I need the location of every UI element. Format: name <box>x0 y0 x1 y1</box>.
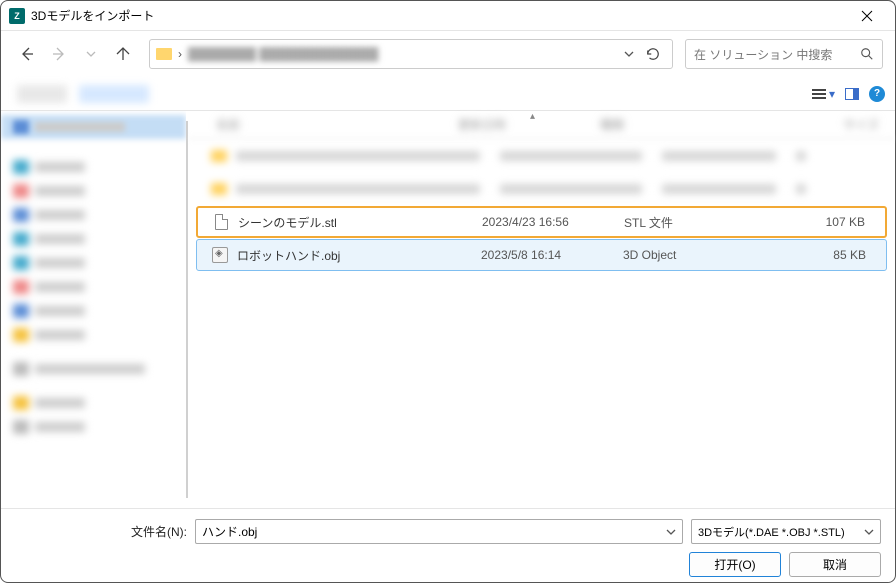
sidebar-item[interactable] <box>1 391 186 415</box>
sidebar-item[interactable] <box>1 357 186 381</box>
sidebar-item[interactable] <box>1 179 186 203</box>
search-icon <box>860 47 874 61</box>
close-button[interactable] <box>847 2 887 30</box>
window-title: 3Dモデルをインポート <box>31 7 847 24</box>
file-date: 2023/4/23 16:56 <box>482 215 624 229</box>
filter-chevron-icon <box>864 527 874 537</box>
cancel-button[interactable]: 取消 <box>789 552 881 577</box>
file-row[interactable]: シーンのモデル.stl 2023/4/23 16:56 STL 文件 107 K… <box>196 206 887 238</box>
search-input[interactable]: 在 ソリューション 中搜索 <box>685 39 883 69</box>
filename-value: ハンド.obj <box>202 523 257 540</box>
col-name[interactable]: 名前 <box>216 116 458 133</box>
filename-label: 文件名(N): <box>15 523 187 540</box>
help-button[interactable]: ? <box>869 86 885 102</box>
nav-sidebar <box>1 111 186 508</box>
preview-pane-button[interactable] <box>845 88 859 100</box>
column-headers[interactable]: 名前 更新日時 種類 サイズ <box>188 111 895 139</box>
col-size[interactable]: サイズ <box>714 116 879 133</box>
back-button[interactable] <box>13 40 41 68</box>
file-row[interactable] <box>196 173 887 205</box>
file-name: ロボットハンド.obj <box>237 247 481 264</box>
filename-input[interactable]: ハンド.obj <box>195 519 683 544</box>
pane-icon <box>845 88 859 100</box>
recent-dropdown[interactable] <box>77 40 105 68</box>
app-icon: Z <box>9 8 25 24</box>
sidebar-item[interactable] <box>1 155 186 179</box>
address-bar[interactable]: › ████████ ██████████████ <box>149 39 673 69</box>
file-date: 2023/5/8 16:14 <box>481 248 623 262</box>
sidebar-item[interactable] <box>1 415 186 439</box>
col-type[interactable]: 種類 <box>600 116 714 133</box>
file-type: 3D Object <box>623 248 737 262</box>
forward-button[interactable] <box>45 40 73 68</box>
filetype-filter[interactable]: 3Dモデル(*.DAE *.OBJ *.STL) <box>691 519 881 544</box>
sidebar-item[interactable] <box>1 115 186 139</box>
filename-dropdown-icon[interactable] <box>666 527 676 537</box>
file-icon <box>212 213 230 231</box>
filter-text: 3Dモデル(*.DAE *.OBJ *.STL) <box>698 524 845 540</box>
refresh-button[interactable] <box>646 47 660 61</box>
folder-icon <box>156 48 172 60</box>
file-size: 107 KB <box>738 215 875 229</box>
file-icon <box>211 246 229 264</box>
sidebar-item[interactable] <box>1 203 186 227</box>
sidebar-item[interactable] <box>1 251 186 275</box>
sidebar-item[interactable] <box>1 323 186 347</box>
search-placeholder: 在 ソリューション 中搜索 <box>694 46 832 63</box>
file-type: STL 文件 <box>624 214 738 231</box>
file-row[interactable] <box>196 140 887 172</box>
address-chevron-icon[interactable] <box>624 49 634 59</box>
open-button[interactable]: 打开(O) <box>689 552 781 577</box>
file-row[interactable]: ロボットハンド.obj 2023/5/8 16:14 3D Object 85 … <box>196 239 887 271</box>
sidebar-item[interactable] <box>1 227 186 251</box>
list-icon <box>812 89 826 99</box>
sort-indicator-icon: ▴ <box>530 111 535 122</box>
up-button[interactable] <box>109 40 137 68</box>
file-name: シーンのモデル.stl <box>238 214 482 231</box>
col-date[interactable]: 更新日時 <box>458 116 600 133</box>
sidebar-item[interactable] <box>1 275 186 299</box>
file-size: 85 KB <box>737 248 876 262</box>
address-path: ████████ ██████████████ <box>188 47 618 61</box>
address-separator: › <box>178 47 182 61</box>
view-mode-button[interactable]: ▾ <box>812 87 835 101</box>
organize-toolbar <box>17 85 812 103</box>
sidebar-item[interactable] <box>1 299 186 323</box>
